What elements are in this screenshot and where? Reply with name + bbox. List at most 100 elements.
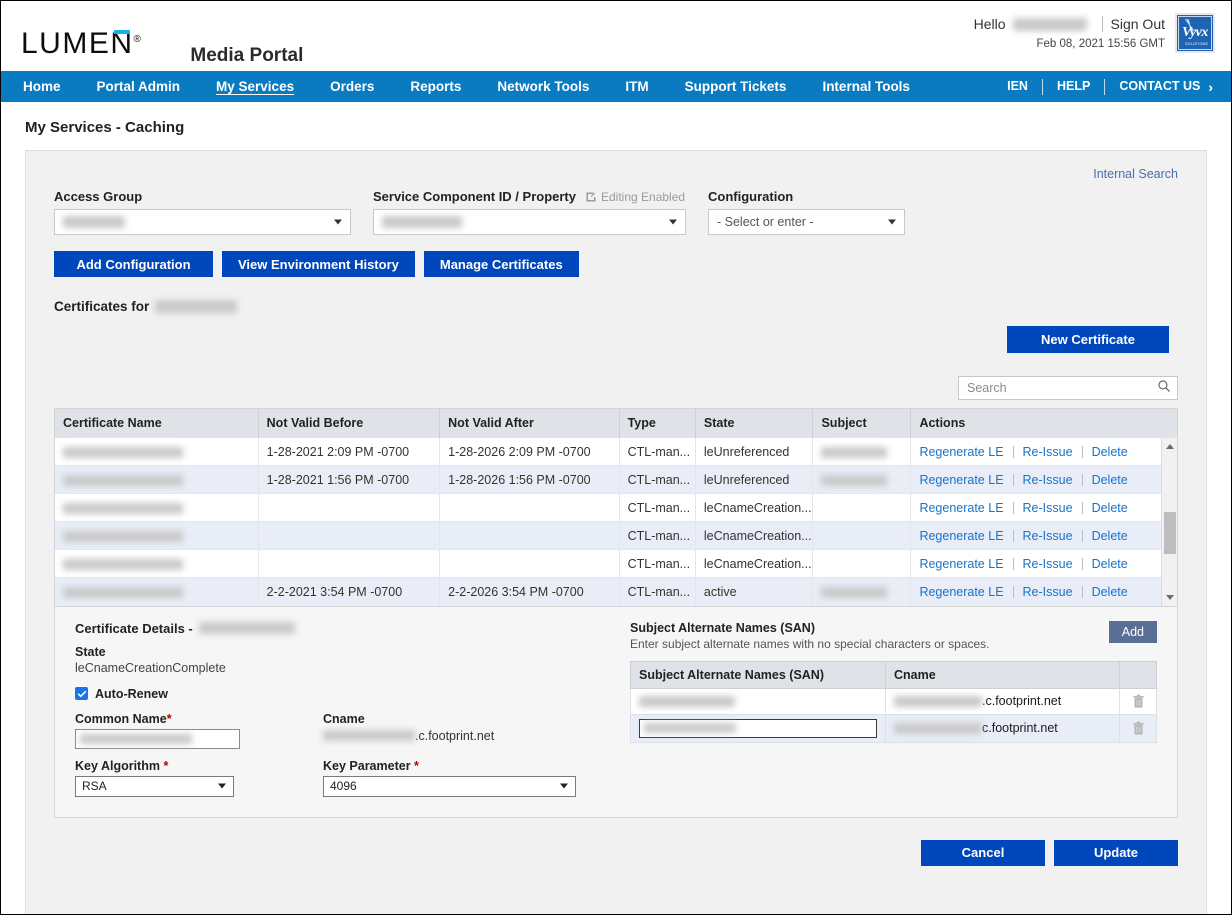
view-environment-history-button[interactable]: View Environment History: [222, 251, 415, 277]
table-row[interactable]: 2-2-2021 3:54 PM -0700 2-2-2026 3:54 PM -…: [55, 577, 1177, 606]
add-san-button[interactable]: Add: [1108, 620, 1157, 643]
key-parameter-select[interactable]: 4096: [323, 775, 576, 797]
column-header-certificate-name[interactable]: Certificate Name: [55, 409, 259, 438]
table-row[interactable]: 1-28-2021 1:56 PM -0700 1-28-2026 1:56 PM…: [55, 465, 1177, 494]
cell-not-valid-after: [439, 549, 620, 578]
page-title: My Services - Caching: [25, 119, 185, 136]
certificate-details-title: Certificate Details -: [75, 621, 606, 636]
nav-item-reports[interactable]: Reports: [410, 71, 461, 102]
internal-search-link[interactable]: Internal Search: [1093, 167, 1178, 181]
certificate-details-panel: Certificate Details - State leCnameCreat…: [54, 606, 1178, 818]
action-re-issue-link[interactable]: Re-Issue: [1023, 557, 1073, 571]
cell-certificate-name[interactable]: [55, 437, 259, 466]
action-regenerate-le-link[interactable]: Regenerate LE: [919, 473, 1003, 487]
action-delete-link[interactable]: Delete: [1092, 557, 1128, 571]
table-vertical-scrollbar[interactable]: [1161, 438, 1177, 606]
san-cell-actions: [1119, 713, 1157, 743]
san-cell-name[interactable]: [630, 713, 886, 743]
cell-type: CTL-man...: [619, 493, 696, 522]
san-section: Subject Alternate Names (SAN) Enter subj…: [606, 620, 1157, 797]
search-input[interactable]: [965, 380, 1157, 396]
action-regenerate-le-link[interactable]: Regenerate LE: [919, 585, 1003, 599]
nav-item-home[interactable]: Home: [23, 71, 61, 102]
certificates-table-wrapper: Certificate Name Not Valid Before Not Va…: [54, 408, 1178, 607]
column-header-subject[interactable]: Subject: [812, 409, 912, 438]
table-row[interactable]: 1-28-2021 2:09 PM -0700 1-28-2026 2:09 PM…: [55, 437, 1177, 466]
subject-redacted: [821, 586, 888, 598]
update-button[interactable]: Update: [1054, 839, 1178, 866]
service-component-label: Service Component ID / Property Editing …: [373, 189, 686, 204]
action-re-issue-link[interactable]: Re-Issue: [1023, 529, 1073, 543]
table-row[interactable]: CTL-man... leCnameCreation... Regenerate L…: [55, 493, 1177, 522]
auto-renew-checkbox[interactable]: [75, 687, 88, 700]
scroll-up-arrow-icon[interactable]: [1162, 438, 1178, 454]
cell-subject: [812, 521, 912, 550]
cell-subject: [812, 465, 912, 494]
cell-certificate-name[interactable]: [55, 549, 259, 578]
action-delete-link[interactable]: Delete: [1092, 585, 1128, 599]
nav-item-ien[interactable]: IEN: [1007, 71, 1028, 102]
cell-certificate-name[interactable]: [55, 493, 259, 522]
column-header-not-valid-after[interactable]: Not Valid After: [439, 409, 620, 438]
action-delete-link[interactable]: Delete: [1092, 473, 1128, 487]
configuration-select[interactable]: - Select or enter -: [708, 209, 905, 235]
chevron-down-icon: [888, 219, 896, 225]
san-name-input[interactable]: [639, 718, 877, 738]
cell-state: leCnameCreation...: [695, 521, 814, 550]
delete-san-trash-icon[interactable]: [1128, 721, 1148, 736]
search-icon[interactable]: [1157, 379, 1171, 398]
cell-state: leUnreferenced: [695, 465, 814, 494]
cell-certificate-name[interactable]: [55, 577, 259, 606]
nav-item-help[interactable]: HELP: [1057, 71, 1090, 102]
delete-san-trash-icon[interactable]: [1128, 694, 1148, 709]
table-row[interactable]: CTL-man... leCnameCreation... Regenerate L…: [55, 549, 1177, 578]
action-regenerate-le-link[interactable]: Regenerate LE: [919, 557, 1003, 571]
cancel-button[interactable]: Cancel: [921, 839, 1045, 866]
search-box[interactable]: [958, 376, 1178, 400]
access-group-select[interactable]: [54, 209, 351, 235]
action-re-issue-link[interactable]: Re-Issue: [1023, 445, 1073, 459]
manage-certificates-button[interactable]: Manage Certificates: [423, 251, 579, 277]
nav-item-network-tools[interactable]: Network Tools: [497, 71, 589, 102]
nav-item-orders[interactable]: Orders: [330, 71, 374, 102]
cell-certificate-name[interactable]: [55, 521, 259, 550]
action-delete-link[interactable]: Delete: [1092, 445, 1128, 459]
action-re-issue-link[interactable]: Re-Issue: [1023, 473, 1073, 487]
action-delete-link[interactable]: Delete: [1092, 501, 1128, 515]
cell-certificate-name[interactable]: [55, 465, 259, 494]
nav-item-internal-tools[interactable]: Internal Tools: [822, 71, 910, 102]
sign-out-link[interactable]: Sign Out: [1111, 16, 1165, 32]
action-regenerate-le-link[interactable]: Regenerate LE: [919, 501, 1003, 515]
editing-enabled-flag: Editing Enabled: [585, 190, 685, 204]
nav-item-itm[interactable]: ITM: [625, 71, 648, 102]
column-header-type[interactable]: Type: [619, 409, 696, 438]
auto-renew-row[interactable]: Auto-Renew: [75, 687, 606, 701]
action-regenerate-le-link[interactable]: Regenerate LE: [919, 445, 1003, 459]
main-navigation: Home Portal Admin My Services Orders Rep…: [1, 71, 1231, 102]
scrollbar-thumb[interactable]: [1164, 512, 1176, 554]
column-header-not-valid-before[interactable]: Not Valid Before: [258, 409, 441, 438]
action-re-issue-link[interactable]: Re-Issue: [1023, 585, 1073, 599]
service-component-select[interactable]: [373, 209, 686, 235]
action-divider: [1012, 557, 1014, 570]
san-cell-name[interactable]: [630, 687, 886, 715]
header-divider: [1101, 16, 1103, 32]
nav-item-contact-us[interactable]: CONTACT US: [1119, 71, 1200, 102]
nav-item-portal-admin[interactable]: Portal Admin: [97, 71, 181, 102]
key-algorithm-select[interactable]: RSA: [75, 775, 234, 797]
san-table-body: .c.footprint.net c.footprint.net: [630, 687, 1157, 743]
subject-redacted: [821, 474, 888, 486]
action-re-issue-link[interactable]: Re-Issue: [1023, 501, 1073, 515]
table-row[interactable]: CTL-man... leCnameCreation... Regenerate L…: [55, 521, 1177, 550]
cell-actions: Regenerate LE Re-Issue Delete: [910, 549, 1177, 578]
common-name-input[interactable]: [75, 728, 240, 749]
nav-item-my-services[interactable]: My Services: [216, 71, 294, 102]
add-configuration-button[interactable]: Add Configuration: [54, 251, 213, 277]
nav-item-support-tickets[interactable]: Support Tickets: [685, 71, 787, 102]
action-regenerate-le-link[interactable]: Regenerate LE: [919, 529, 1003, 543]
new-certificate-button[interactable]: New Certificate: [1007, 326, 1169, 353]
column-header-state[interactable]: State: [695, 409, 814, 438]
action-delete-link[interactable]: Delete: [1092, 529, 1128, 543]
certificate-details-title-prefix: Certificate Details -: [75, 620, 193, 636]
scroll-down-arrow-icon[interactable]: [1162, 590, 1178, 606]
